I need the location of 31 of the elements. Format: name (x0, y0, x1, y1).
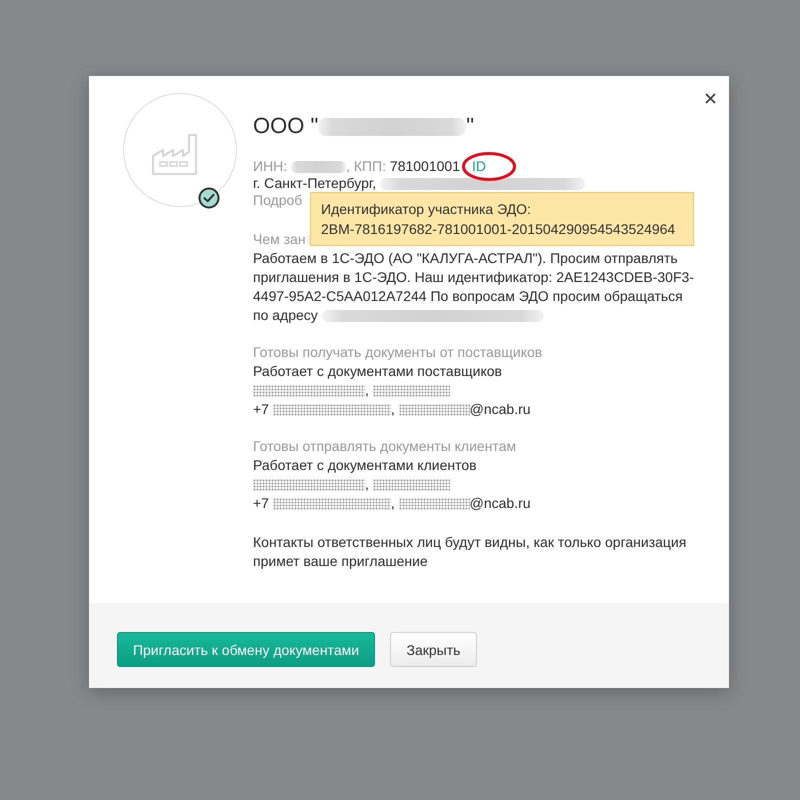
requisite-label: , КПП: (346, 158, 388, 174)
company-name: ООО " (253, 113, 318, 138)
notice-text: Контакты ответственных лиц будут видны, как только организация примет ваше приглашение (253, 533, 688, 571)
section-text: , (365, 382, 370, 398)
section-text: , (390, 401, 396, 417)
tooltip-title: Идентификатор участника ЭДО: (321, 200, 532, 219)
pixelated-text (398, 404, 470, 416)
id-link[interactable]: ID (472, 158, 486, 174)
details-link[interactable]: Подроб (253, 192, 302, 208)
requisite-value: 781001001 (390, 158, 460, 174)
section-text: +7 (253, 401, 270, 417)
requisite-label: ИНН: (253, 158, 288, 174)
close-icon (704, 92, 716, 104)
section-text: по адресу (253, 307, 319, 323)
section-text: @ncab.ru (470, 495, 531, 511)
section-text: +7 (253, 495, 270, 511)
close-dialog-button[interactable]: Закрыть (390, 632, 477, 667)
blurred-text (291, 161, 346, 174)
section-text: @ncab.ru (470, 401, 531, 417)
section-heading: Готовы отправлять документы клиентам (253, 438, 516, 454)
section-heading: Готовы получать документы от поставщиков (253, 344, 542, 360)
section-text: Работает с документами поставщиков (253, 363, 502, 379)
company-name: " (466, 113, 474, 138)
address-text: г. Санкт-Петербург, (253, 175, 378, 191)
invite-button[interactable]: Пригласить к обмену документами (117, 632, 375, 667)
section-text: Работает с документами клиентов (253, 457, 477, 473)
section-text: , (390, 495, 396, 511)
pixelated-text (398, 498, 470, 510)
section-heading: Чем зан (253, 231, 306, 247)
section-text: , (365, 476, 370, 492)
tooltip-value: 2BM-7816197682-781001001-201504290954543524964 (321, 220, 676, 239)
